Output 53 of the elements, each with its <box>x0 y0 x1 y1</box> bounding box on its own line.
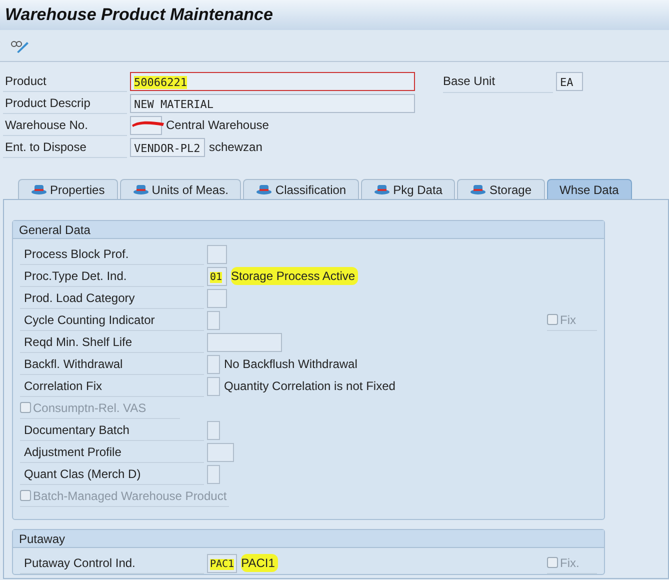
group-title: Putaway <box>13 530 604 548</box>
input-field[interactable] <box>207 332 282 352</box>
tab[interactable]: Properties <box>18 179 118 199</box>
glasses-pencil-icon[interactable] <box>10 38 29 52</box>
input-field[interactable] <box>207 244 227 264</box>
field-description: No Backflush Withdrawal <box>224 356 358 373</box>
hat-icon <box>470 184 486 195</box>
input-field[interactable] <box>207 376 220 396</box>
input-field[interactable] <box>207 310 220 330</box>
field-label: Backfl. Withdrawal <box>20 353 204 375</box>
field-label: Product Descrip <box>3 92 127 114</box>
input-field[interactable] <box>207 288 227 308</box>
field-description: Storage Process Active <box>231 267 358 285</box>
input-field[interactable]: VENDOR-PL2 <box>130 138 205 156</box>
hat-icon <box>374 184 390 195</box>
input-field[interactable] <box>207 420 220 440</box>
input-field[interactable] <box>207 464 220 484</box>
tab[interactable]: Classification <box>243 179 360 199</box>
hat-icon <box>31 184 47 195</box>
field-label: Documentary Batch <box>20 419 204 441</box>
field-label: Warehouse No. <box>3 114 127 136</box>
tab[interactable]: Units of Meas. <box>120 179 242 199</box>
field-description: Quantity Correlation is not Fixed <box>224 378 396 395</box>
hat-icon <box>256 184 272 195</box>
tab[interactable]: Storage <box>457 179 544 199</box>
input-field[interactable]: NEW MATERIAL <box>130 94 415 112</box>
field-label: Adjustment Profile <box>20 441 204 463</box>
field-description: schewzan <box>209 139 262 156</box>
input-field[interactable]: PAC1 <box>207 554 238 572</box>
field-description: PACI1 <box>241 554 278 572</box>
input-field[interactable]: 01 <box>207 266 227 286</box>
field-label: Proc.Type Det. Ind. <box>20 265 204 287</box>
field-label: Cycle Counting Indicator <box>20 309 204 331</box>
group-title: General Data <box>13 221 604 239</box>
input-field: EA <box>556 72 583 90</box>
field-label: Prod. Load Category <box>20 287 204 309</box>
field-label: Correlation Fix <box>20 375 204 397</box>
field-description: Central Warehouse <box>166 117 269 134</box>
input-field[interactable]: 50066221 <box>130 72 415 90</box>
field-label: Putaway Control Ind. <box>20 552 204 574</box>
input-field[interactable] <box>207 354 220 374</box>
field-label: Process Block Prof. <box>20 243 204 265</box>
field-label: Reqd Min. Shelf Life <box>20 331 204 353</box>
input-field[interactable] <box>207 442 234 462</box>
input-field[interactable] <box>130 116 162 134</box>
field-label: Product <box>3 70 127 92</box>
window-title: Warehouse Product Maintenance <box>5 4 273 26</box>
tab[interactable]: Pkg Data <box>361 179 456 199</box>
field-label: Ent. to Dispose <box>3 136 127 158</box>
field-label: Base Unit <box>443 70 553 92</box>
hat-icon <box>132 184 149 195</box>
field-label: Quant Clas (Merch D) <box>20 463 204 485</box>
tab[interactable]: Whse Data <box>546 179 632 199</box>
